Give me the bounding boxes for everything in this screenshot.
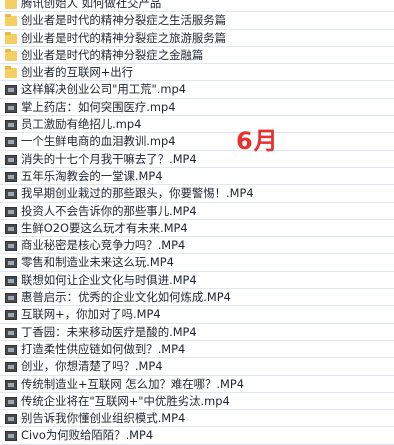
video-file-icon	[5, 327, 17, 338]
video-file-icon	[5, 102, 17, 113]
video-file-icon	[5, 293, 17, 304]
video-file-icon	[5, 241, 17, 252]
file-name: 惠普启示：优秀的企业文化如何炼成.MP4	[21, 290, 231, 305]
file-name: 创业者是时代的精神分裂症之旅游服务篇	[21, 30, 227, 45]
file-name: 腾讯创始人 如何做社交产品	[21, 0, 162, 10]
folder-row[interactable]: 创业者是时代的精神分裂症之旅游服务篇	[0, 30, 394, 47]
video-file-row[interactable]: 联想如何让企业文化与时俱进.MP4	[0, 272, 394, 290]
video-file-row[interactable]: 别告诉我你懂创业组织模式.MP4	[0, 410, 394, 428]
video-file-icon	[5, 258, 17, 269]
video-file-icon	[5, 396, 17, 407]
file-name: 联想如何让企业文化与时俱进.MP4	[21, 272, 197, 287]
video-file-row[interactable]: 五年乐淘教会的一堂课.MP4	[0, 168, 394, 186]
file-name: 别告诉我你懂创业组织模式.MP4	[21, 411, 186, 426]
folder-icon	[5, 31, 17, 44]
video-file-icon	[5, 414, 17, 425]
folder-icon	[5, 48, 17, 61]
video-file-icon	[5, 137, 17, 148]
folder-row[interactable]: 创业者的互联网+出行	[0, 64, 394, 82]
file-name: 零售和制造业未来这么玩.MP4	[21, 255, 174, 270]
video-file-row[interactable]: 消失的十七个月我干嘛去了？.MP4	[0, 151, 394, 168]
video-file-row[interactable]: 丁香园：未来移动医疗是酸的.MP4	[0, 324, 394, 341]
file-name: 五年乐淘教会的一堂课.MP4	[21, 168, 163, 183]
folder-row[interactable]: 创业者是时代的精神分裂症之生活服务篇	[0, 12, 394, 30]
video-file-icon	[5, 85, 17, 96]
file-name: 生鲜O2O要这么玩才有未来.MP4	[21, 220, 188, 235]
video-file-icon	[5, 431, 17, 442]
file-name: 创业者是时代的精神分裂症之金融篇	[21, 47, 204, 62]
video-file-icon	[5, 171, 17, 182]
folder-icon	[5, 0, 17, 9]
month-overlay-label: 6月	[236, 127, 279, 155]
video-file-icon	[5, 206, 17, 217]
folder-icon	[5, 66, 17, 79]
video-file-icon	[5, 275, 17, 286]
file-name: Civo为何败给陌陌？.MP4	[21, 428, 154, 443]
file-name: 掌上药店：如何突围医疗.mp4	[21, 99, 176, 114]
video-file-row[interactable]: 员工激励有绝招儿.mp4	[0, 116, 394, 134]
file-name: 投资人不会告诉你的那些事儿.MP4	[21, 203, 197, 218]
video-file-row[interactable]: 传统制造业+互联网 怎么加？难在哪？.MP4	[0, 376, 394, 393]
file-name: 创业者是时代的精神分裂症之生活服务篇	[21, 13, 227, 28]
video-file-icon	[5, 344, 17, 355]
video-file-icon	[5, 379, 17, 390]
file-name: 丁香园：未来移动医疗是酸的.MP4	[21, 324, 197, 339]
folder-icon	[5, 14, 17, 27]
video-file-row[interactable]: 这样解决创业公司"用工荒".mp4	[0, 81, 394, 99]
video-file-icon	[5, 223, 17, 234]
file-name: 创业者的互联网+出行	[21, 65, 134, 80]
video-file-row[interactable]: 零售和制造业未来这么玩.MP4	[0, 254, 394, 272]
video-file-row[interactable]: 掌上药店：如何突围医疗.mp4	[0, 99, 394, 117]
file-name: 员工激励有绝招儿.mp4	[21, 117, 142, 132]
video-file-row[interactable]: Civo为何败给陌陌？.MP4	[0, 427, 394, 445]
file-name: 商业秘密是核心竞争力吗？.MP4	[21, 238, 186, 253]
file-name: 互联网+，你加对了吗.MP4	[21, 307, 161, 322]
video-file-row[interactable]: 打造柔性供应链如何做到？.MP4	[0, 341, 394, 359]
video-file-icon	[5, 120, 17, 131]
folder-row[interactable]: 创业者是时代的精神分裂症之金融篇	[0, 47, 394, 65]
file-name: 传统制造业+互联网 怎么加？难在哪？.MP4	[21, 376, 244, 391]
file-name: 这样解决创业公司"用工荒".mp4	[21, 82, 186, 97]
video-file-row[interactable]: 传统企业将在"互联网+"中优胜劣汰.mp4	[0, 393, 394, 411]
video-file-row[interactable]: 商业秘密是核心竞争力吗？.MP4	[0, 237, 394, 255]
file-name: 消失的十七个月我干嘛去了？.MP4	[21, 151, 197, 166]
video-file-icon	[5, 310, 17, 321]
video-file-row[interactable]: 我早期创业栽过的那些跟头，你要警惕！.MP4	[0, 185, 394, 203]
video-file-icon	[5, 189, 17, 200]
file-name: 一个生鲜电商的血泪教训.mp4	[21, 134, 176, 149]
file-list: 腾讯创始人 如何做社交产品创业者是时代的精神分裂症之生活服务篇 创业者是时代的精神…	[0, 0, 394, 445]
file-name: 传统企业将在"互联网+"中优胜劣汰.mp4	[21, 393, 230, 408]
video-file-row[interactable]: 一个生鲜电商的血泪教训.mp4	[0, 133, 394, 151]
video-file-row[interactable]: 投资人不会告诉你的那些事儿.MP4	[0, 203, 394, 220]
video-file-row[interactable]: 互联网+，你加对了吗.MP4	[0, 306, 394, 324]
file-name: 创业，你想清楚了吗？.MP4	[21, 359, 163, 374]
folder-row[interactable]: 腾讯创始人 如何做社交产品	[0, 0, 394, 13]
file-name: 我早期创业栽过的那些跟头，你要警惕！.MP4	[21, 186, 254, 201]
file-name: 打造柔性供应链如何做到？.MP4	[21, 341, 186, 356]
video-file-icon	[5, 362, 17, 373]
video-file-row[interactable]: 惠普启示：优秀的企业文化如何炼成.MP4	[0, 289, 394, 307]
video-file-row[interactable]: 生鲜O2O要这么玩才有未来.MP4	[0, 220, 394, 238]
video-file-row[interactable]: 创业，你想清楚了吗？.MP4	[0, 358, 394, 376]
video-file-icon	[5, 154, 17, 165]
